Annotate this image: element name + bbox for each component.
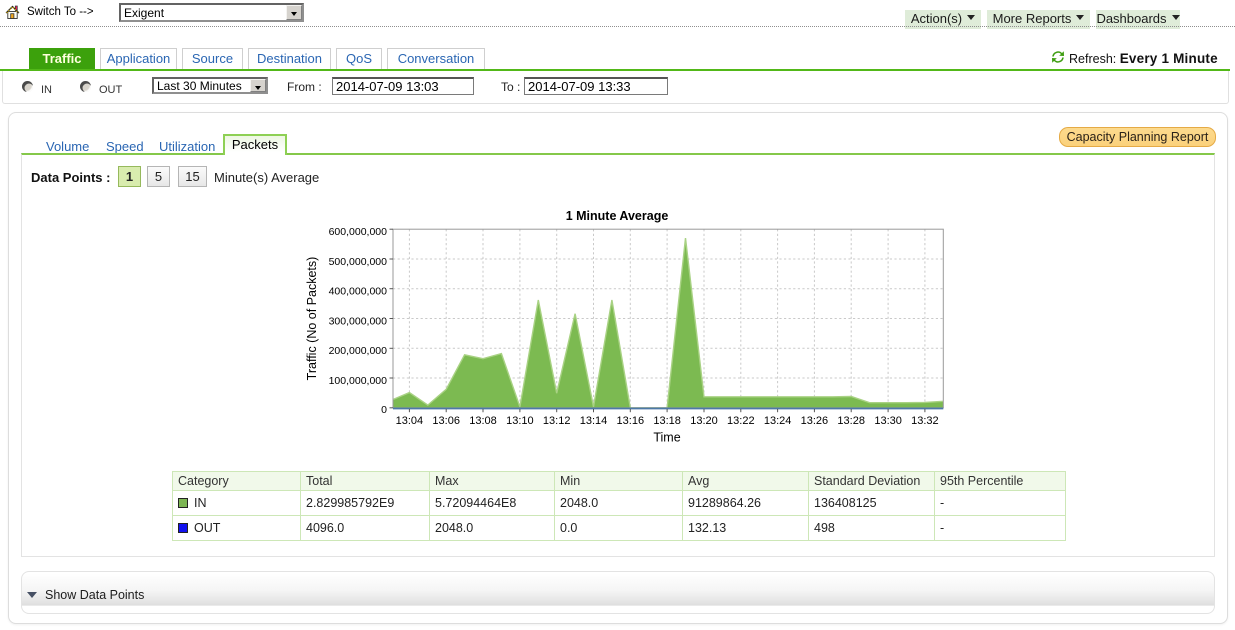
svg-text:200,000,000: 200,000,000 (329, 345, 388, 357)
svg-text:Traffic (No of Packets): Traffic (No of Packets) (305, 257, 319, 381)
svg-text:1 Minute Average: 1 Minute Average (566, 209, 669, 223)
svg-text:13:28: 13:28 (837, 415, 865, 427)
svg-text:100,000,000: 100,000,000 (329, 375, 388, 387)
svg-text:13:04: 13:04 (396, 415, 424, 427)
svg-text:0: 0 (381, 404, 387, 416)
svg-text:600,000,000: 600,000,000 (329, 226, 388, 238)
svg-text:13:16: 13:16 (617, 415, 645, 427)
svg-text:13:12: 13:12 (543, 415, 571, 427)
svg-text:13:18: 13:18 (653, 415, 681, 427)
svg-text:13:14: 13:14 (580, 415, 608, 427)
svg-text:400,000,000: 400,000,000 (329, 286, 388, 298)
svg-text:13:30: 13:30 (874, 415, 902, 427)
svg-text:13:24: 13:24 (764, 415, 792, 427)
svg-text:13:10: 13:10 (506, 415, 534, 427)
svg-text:13:32: 13:32 (911, 415, 939, 427)
svg-text:13:08: 13:08 (469, 415, 497, 427)
svg-text:Time: Time (653, 431, 680, 445)
svg-text:13:26: 13:26 (801, 415, 829, 427)
svg-text:13:22: 13:22 (727, 415, 755, 427)
svg-text:13:06: 13:06 (432, 415, 460, 427)
svg-text:300,000,000: 300,000,000 (329, 315, 388, 327)
svg-text:500,000,000: 500,000,000 (329, 256, 388, 268)
svg-text:13:20: 13:20 (690, 415, 718, 427)
